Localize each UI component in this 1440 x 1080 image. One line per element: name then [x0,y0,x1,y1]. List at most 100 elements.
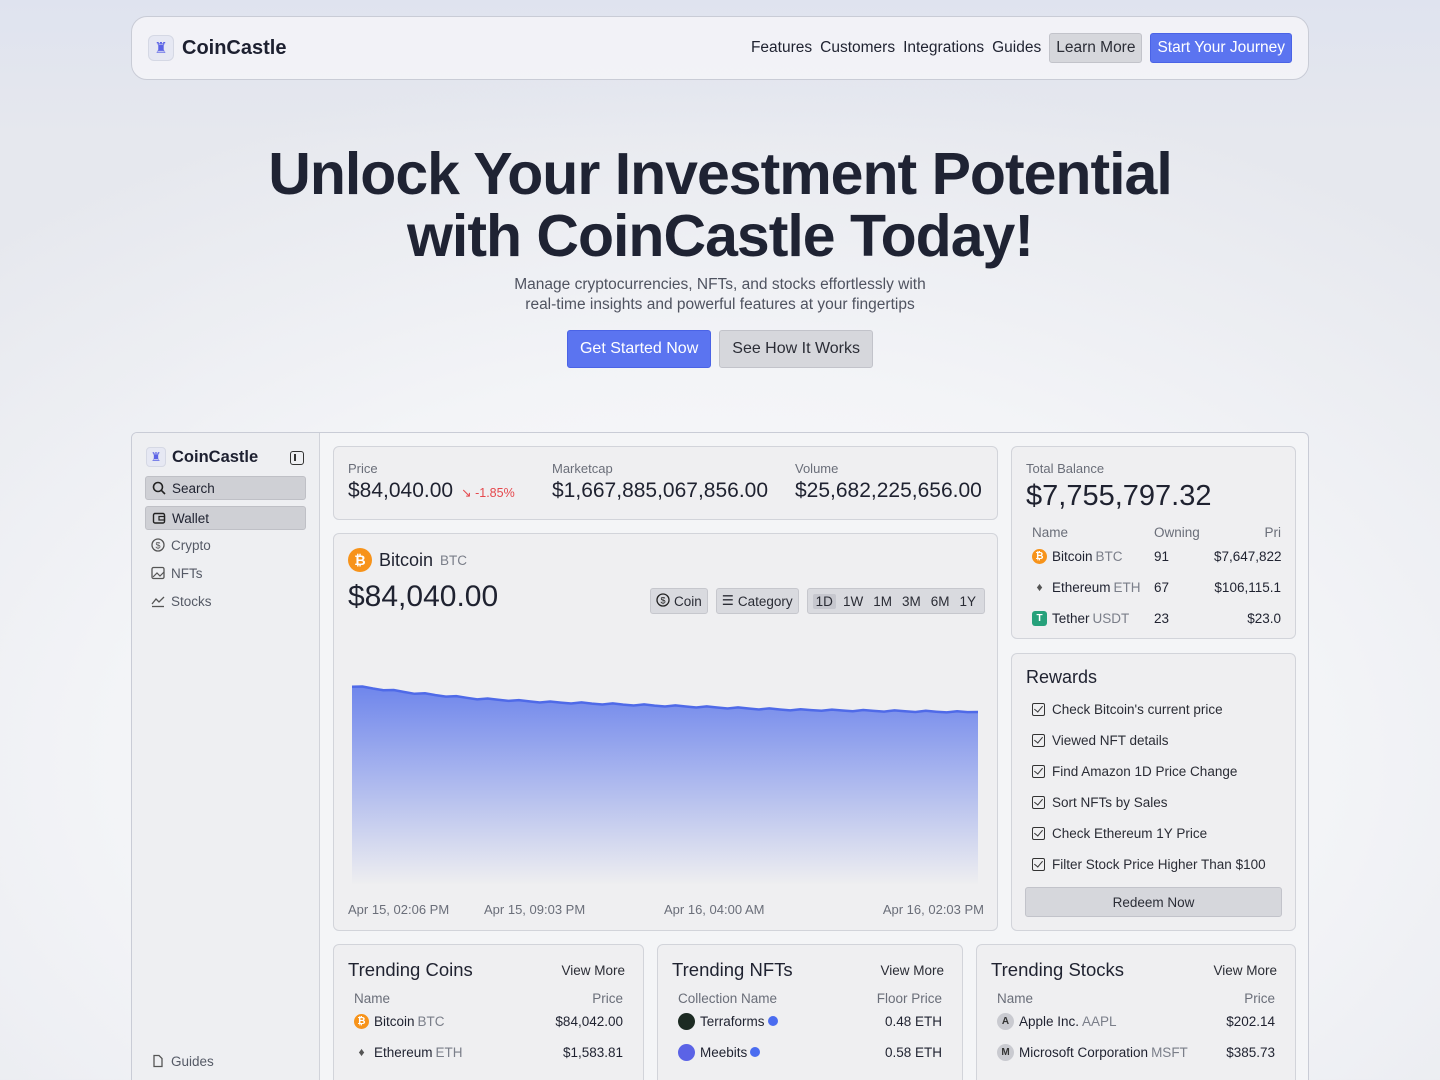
dollar-coin-icon: $ [656,592,670,610]
start-journey-button[interactable]: Start Your Journey [1150,33,1292,63]
reward-label: Sort NFTs by Sales [1052,795,1168,810]
nav-link-guides[interactable]: Guides [992,39,1041,57]
chart-area-fill [352,686,978,884]
ethereum-icon: ♦ [358,1045,365,1059]
sidebar-item-label: Guides [171,1053,214,1069]
sidebar: ♜ CoinCastle Search Wallet $ Crypto NFTs… [132,433,320,1080]
range-6m[interactable]: 6M [928,594,953,609]
checkbox-icon [1032,765,1045,778]
trend-down-icon: ↘ [461,486,472,500]
document-icon [150,1054,165,1069]
reward-item[interactable]: Check Ethereum 1Y Price [1032,826,1207,841]
sidebar-item-nfts[interactable]: NFTs [145,561,306,585]
price-area-chart[interactable] [350,664,980,884]
nav-links: Features Customers Integrations Guides L… [751,33,1292,63]
view-more-link[interactable]: View More [561,963,625,978]
table-row[interactable]: A Apple Inc. AAPL $202.14 [997,1010,1275,1032]
col-header-owning: Owning [1154,524,1200,540]
range-1d[interactable]: 1D [812,593,836,609]
reward-item[interactable]: Filter Stock Price Higher Than $100 [1032,857,1266,872]
dollar-coin-icon: $ [150,538,165,553]
nft-name: Meebits [700,1044,748,1060]
learn-more-button[interactable]: Learn More [1049,33,1143,63]
price-value: $106,115.1 [1214,579,1281,595]
get-started-button[interactable]: Get Started Now [566,330,712,368]
stat-label: Marketcap [552,461,613,476]
stat-value: $25,682,225,656.00 [795,479,982,502]
volume-stat: Volume $25,682,225,656.00 [795,461,982,503]
sidebar-item-label: Stocks [171,593,212,609]
reward-item[interactable]: Find Amazon 1D Price Change [1032,764,1237,779]
brand-logo[interactable]: ♜ CoinCastle [148,35,286,61]
col-header-price: Price [592,990,623,1006]
sidebar-item-wallet[interactable]: Wallet [145,506,306,530]
price-stat: Price $84,040.00 ↘ -1.85% [348,461,515,503]
coin-filter-button[interactable]: $ Coin [650,588,708,614]
hero-title-line2: with CoinCastle Today! [407,203,1034,269]
hero-subtitle-line1: Manage cryptocurrencies, NFTs, and stock… [514,276,926,293]
table-header: Collection Name Floor Price [678,987,942,1009]
redeem-now-button[interactable]: Redeem Now [1025,887,1282,917]
table-row[interactable]: Terraforms 0.48 ETH [678,1010,942,1032]
range-1y[interactable]: 1Y [956,594,979,609]
coin-price: $1,583.81 [562,1044,623,1060]
price-value: $23.0 [1247,610,1281,626]
reward-label: Filter Stock Price Higher Than $100 [1052,857,1266,872]
balance-row[interactable]: T Tether USDT 23 $23.0 [1032,607,1281,629]
table-header: Name Price [354,987,623,1009]
hero-subtitle-line2: real-time insights and powerful features… [525,296,915,313]
sidebar-item-stocks[interactable]: Stocks [145,589,306,613]
sidebar-brand[interactable]: ♜ CoinCastle [146,447,258,467]
trending-nfts-card: Trending NFTs View More Collection Name … [657,944,963,1080]
market-stats-card: Price $84,040.00 ↘ -1.85% Marketcap $1,6… [333,446,998,520]
checkbox-icon [1032,703,1045,716]
microsoft-logo-icon: M [997,1043,1014,1061]
stat-value: $1,667,885,067,856.00 [552,479,769,502]
owning-value: 91 [1154,548,1170,564]
reward-item[interactable]: Sort NFTs by Sales [1032,795,1168,810]
range-1m[interactable]: 1M [870,594,895,609]
sidebar-item-label: NFTs [171,565,203,581]
range-1w[interactable]: 1W [840,594,866,609]
coin-name: Bitcoin [374,1013,415,1029]
sidebar-item-guides[interactable]: Guides [145,1049,306,1073]
reward-label: Find Amazon 1D Price Change [1052,764,1238,779]
balance-row[interactable]: ₿ BitcoinBTC 91 $7,647,822.0 [1032,545,1281,567]
coin-symbol: BTC [417,1013,445,1029]
trending-coins-title: Trending Coins [348,959,473,980]
sidebar-item-label: Crypto [171,537,211,553]
trending-coins-card: Trending Coins View More Name Price ₿ Bit… [333,944,644,1080]
nav-link-features[interactable]: Features [751,39,812,57]
see-how-button[interactable]: See How It Works [719,330,874,368]
view-more-link[interactable]: View More [1213,963,1277,978]
table-row[interactable]: M Microsoft Corporation MSFT $385.73 [997,1041,1275,1063]
x-axis-label: Apr 16, 02:03 PM [882,902,984,917]
reward-item[interactable]: Check Bitcoin's current price [1032,702,1223,717]
sidebar-item-crypto[interactable]: $ Crypto [145,533,306,557]
nav-link-integrations[interactable]: Integrations [903,39,984,57]
chart-toolbar: $ Coin ☰ Category 1D 1W 1M 3M 6M 1Y [650,588,985,614]
stock-name: Apple Inc. [1019,1013,1080,1029]
chart-line-icon [150,594,165,609]
castle-icon: ♜ [148,35,174,61]
view-more-link[interactable]: View More [880,963,944,978]
bitcoin-icon: ₿ [348,548,372,572]
nav-link-customers[interactable]: Customers [820,39,895,57]
balance-row[interactable]: ♦ Ethereum ETH 67 $106,115.1 [1032,576,1281,598]
category-filter-button[interactable]: ☰ Category [715,588,799,614]
price-chart-card: ₿ Bitcoin BTC $84,040.00 $ Coin ☰ Catego… [333,533,998,931]
table-row[interactable]: ♦ Ethereum ETH $1,583.81 [354,1041,623,1063]
coin-symbol: ETH [435,1044,463,1060]
reward-label: Check Ethereum 1Y Price [1052,826,1208,841]
trending-stocks-title: Trending Stocks [991,959,1124,980]
reward-item[interactable]: Viewed NFT details [1032,733,1169,748]
range-3m[interactable]: 3M [899,594,924,609]
category-filter-label: Category [737,593,793,609]
table-row[interactable]: ₿ Bitcoin BTC $84,042.00 [354,1010,623,1032]
chart-coin-name: Bitcoin [379,549,434,570]
x-axis-label: Apr 15, 02:06 PM [348,902,450,917]
sidebar-collapse-icon[interactable] [290,451,304,465]
sidebar-item-search[interactable]: Search [145,476,306,500]
table-row[interactable]: Meebits 0.58 ETH [678,1041,942,1063]
price-change-value: -1.85% [475,486,515,500]
